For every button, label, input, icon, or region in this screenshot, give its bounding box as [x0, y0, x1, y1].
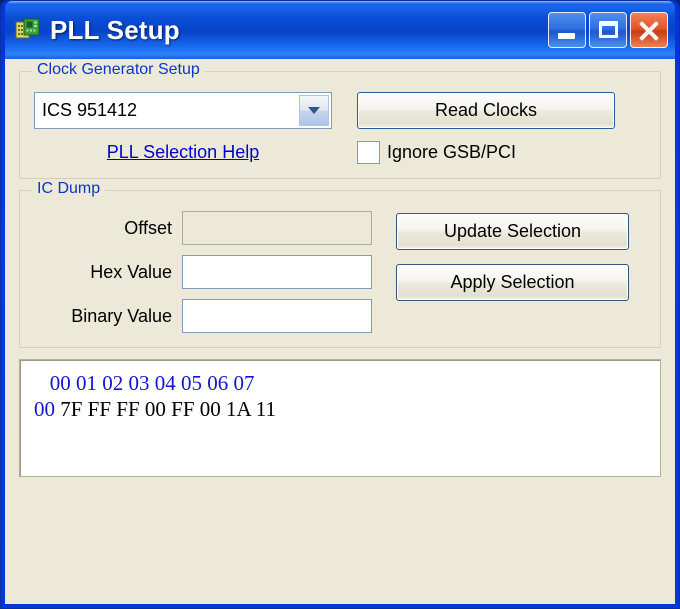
binary-value-label: Binary Value [71, 305, 172, 326]
read-clocks-button[interactable]: Read Clocks [357, 92, 615, 129]
ignore-gsb-pci-label: Ignore GSB/PCI [387, 142, 517, 162]
hex-dump-header-row: 00 01 02 03 04 05 06 07 [34, 370, 646, 396]
maximize-button[interactable] [589, 12, 627, 48]
pll-select-combo[interactable]: ICS 951412 [34, 92, 332, 129]
dialog-client-area: Clock Generator Setup ICS 951412 Read Cl… [5, 59, 675, 604]
caption-buttons [548, 12, 671, 48]
hex-dump-header-pad [34, 371, 50, 395]
hex-dump-row-offset: 00 [34, 397, 55, 421]
pll-selection-help-link[interactable]: PLL Selection Help [107, 142, 259, 163]
clock-generator-group: Clock Generator Setup ICS 951412 Read Cl… [19, 61, 661, 179]
hex-value-field-row: Hex Value [34, 255, 372, 289]
ic-dump-fields: Offset Hex Value Binary Value [34, 211, 372, 333]
ic-dump-actions: Update Selection Apply Selection [396, 211, 629, 301]
hex-value-label: Hex Value [90, 261, 172, 282]
pll-setup-window: PLL Setup Clock Generator Setup ICS 9514… [0, 0, 680, 609]
binary-value-input[interactable] [182, 299, 372, 333]
hex-value-input[interactable] [182, 255, 372, 289]
ic-chip-icon [15, 17, 41, 43]
update-selection-button[interactable]: Update Selection [396, 213, 629, 250]
hex-dump-column-headers: 00 01 02 03 04 05 06 07 [49, 371, 255, 395]
pll-select-value: ICS 951412 [42, 100, 138, 120]
ic-dump-group-title: IC Dump [32, 180, 106, 198]
close-button[interactable] [630, 12, 668, 48]
title-bar[interactable]: PLL Setup [5, 1, 675, 59]
minimize-button[interactable] [548, 12, 586, 48]
binary-value-field-row: Binary Value [34, 299, 372, 333]
help-and-options-row: PLL Selection Help Ignore GSB/PCI [34, 141, 646, 164]
ic-dump-group: IC Dump Offset Hex Value Binary Value Up… [19, 180, 661, 348]
pll-select-row: ICS 951412 Read Clocks [34, 92, 646, 129]
ignore-gsb-pci-checkbox[interactable] [357, 141, 380, 164]
apply-selection-button[interactable]: Apply Selection [396, 264, 629, 301]
chevron-down-icon[interactable] [299, 95, 329, 126]
offset-field-row: Offset [34, 211, 372, 245]
offset-input [182, 211, 372, 245]
hex-dump-row-values: 7F FF FF 00 FF 00 1A 11 [60, 397, 276, 421]
ignore-gsb-pci-checkbox-row[interactable]: Ignore GSB/PCI [357, 141, 516, 164]
offset-label: Offset [124, 217, 172, 238]
clock-generator-group-title: Clock Generator Setup [32, 61, 205, 79]
hex-dump-data-row: 00 7F FF FF 00 FF 00 1A 11 [34, 396, 646, 422]
window-title: PLL Setup [50, 14, 180, 45]
hex-dump-panel[interactable]: 00 01 02 03 04 05 06 07 00 7F FF FF 00 F… [19, 359, 661, 477]
